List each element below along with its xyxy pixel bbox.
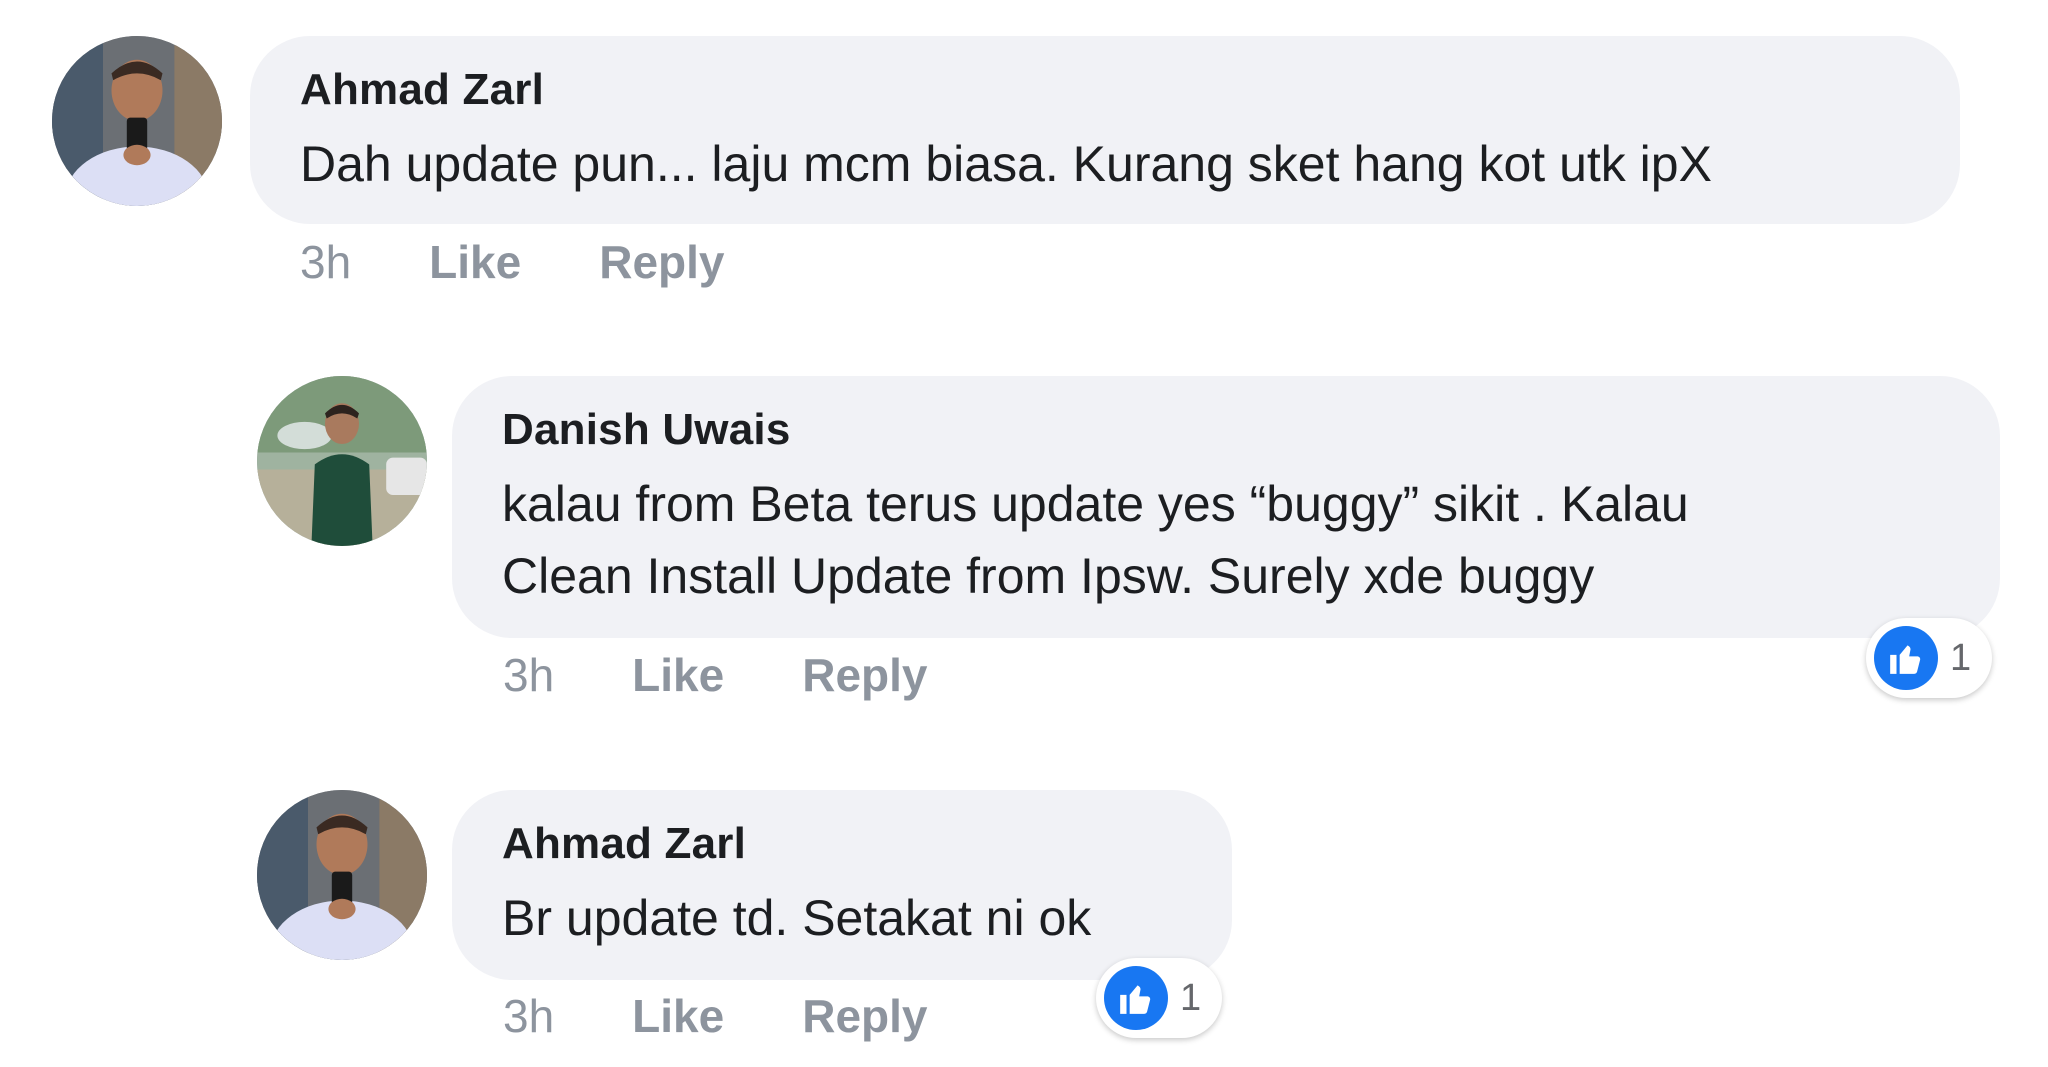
comment-actions: 3h Like Reply [503, 645, 927, 705]
thumbs-up-icon [1874, 626, 1938, 690]
avatar-image [257, 376, 427, 546]
comment-author[interactable]: Ahmad Zarl [502, 816, 1182, 872]
like-button[interactable]: Like [632, 986, 724, 1046]
comment-timestamp[interactable]: 3h [300, 232, 351, 292]
comment-text: Br update td. Setakat ni ok [502, 890, 1092, 946]
comment-author[interactable]: Danish Uwais [502, 402, 1950, 458]
avatar-image [257, 790, 427, 960]
like-button[interactable]: Like [429, 232, 521, 292]
avatar-danish-uwais[interactable] [257, 376, 427, 546]
avatar-image [52, 36, 222, 206]
comment-author[interactable]: Ahmad Zarl [300, 62, 1910, 118]
thumbs-up-icon [1104, 966, 1168, 1030]
comment-actions: 3h Like Reply [300, 232, 724, 292]
reply-button[interactable]: Reply [599, 232, 724, 292]
comment-bubble: Ahmad Zarl Br update td. Setakat ni ok [452, 790, 1232, 980]
comment-actions: 3h Like Reply [503, 986, 927, 1046]
comment-text: kalau from Beta terus update yes “buggy”… [502, 476, 1689, 604]
reaction-badge[interactable]: 1 [1096, 958, 1222, 1038]
avatar-ahmad-zarl[interactable] [52, 36, 222, 206]
reaction-count: 1 [1180, 976, 1202, 1019]
avatar-ahmad-zarl[interactable] [257, 790, 427, 960]
reply-button[interactable]: Reply [802, 645, 927, 705]
reaction-count: 1 [1950, 636, 1972, 679]
reaction-badge[interactable]: 1 [1866, 618, 1992, 698]
comment-text: Dah update pun... laju mcm biasa. Kurang… [300, 136, 1712, 192]
comment-bubble: Danish Uwais kalau from Beta terus updat… [452, 376, 2000, 638]
comment-timestamp[interactable]: 3h [503, 645, 554, 705]
like-button[interactable]: Like [632, 645, 724, 705]
comment-bubble: Ahmad Zarl Dah update pun... laju mcm bi… [250, 36, 1960, 224]
comment-timestamp[interactable]: 3h [503, 986, 554, 1046]
reply-button[interactable]: Reply [802, 986, 927, 1046]
